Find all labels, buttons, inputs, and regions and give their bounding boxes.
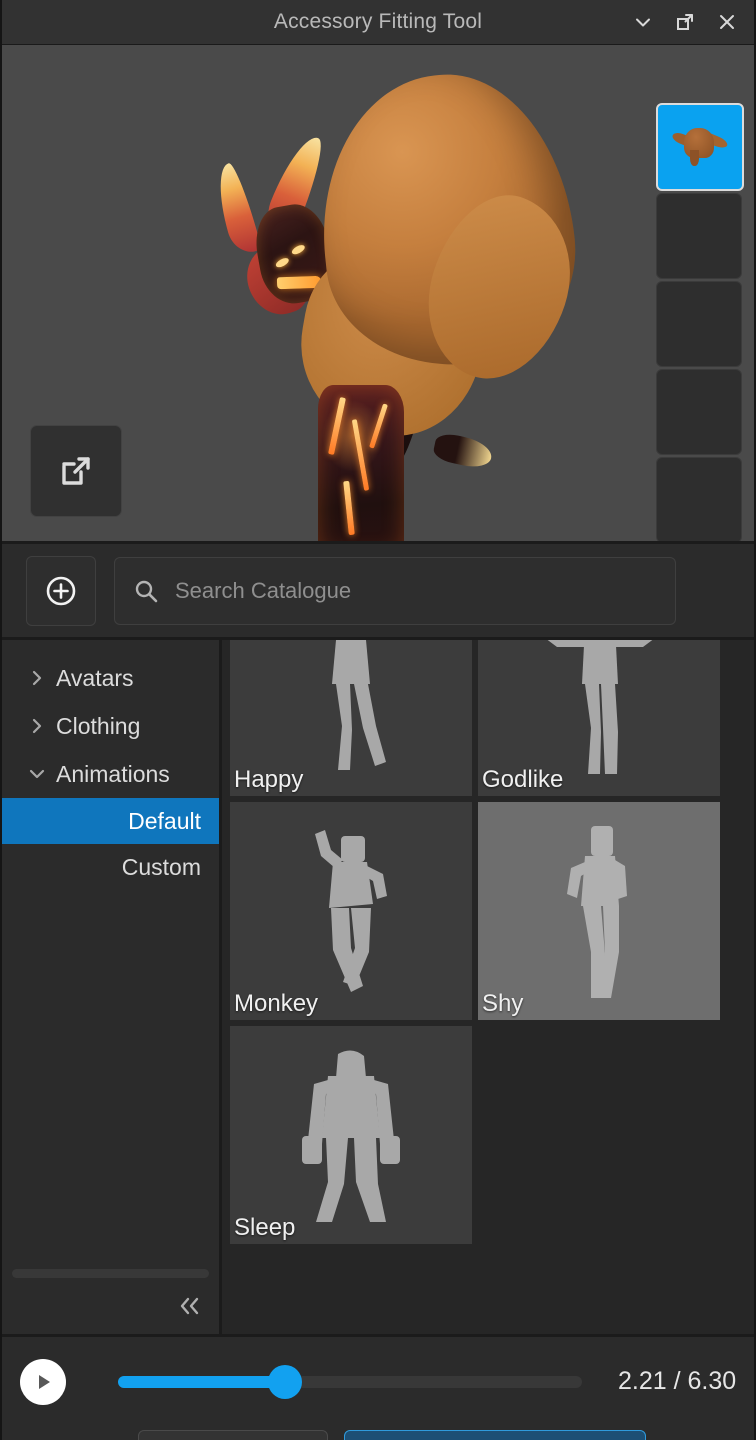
catalogue-card-shy[interactable]: Shy: [478, 802, 720, 1020]
accessory-slot-rail: [656, 103, 744, 541]
sidebar-horizontal-scrollbar[interactable]: [12, 1269, 209, 1278]
pose-arms-up-icon: [276, 640, 426, 782]
catalogue-body: Avatars Clothing Animations Default Cust…: [2, 640, 754, 1334]
avatar-lava-body: [318, 385, 404, 541]
pose-standing-shy-icon: [529, 816, 669, 1006]
search-icon: [135, 580, 158, 602]
category-sidebar: Avatars Clothing Animations Default Cust…: [2, 640, 222, 1334]
search-input[interactable]: [173, 576, 657, 605]
sidebar-item-label: Avatars: [56, 664, 134, 691]
card-label: Godlike: [482, 766, 564, 793]
lava-streak-1: [328, 397, 346, 455]
footer-actions-peek: [2, 1426, 754, 1440]
pose-slouched-icon: [266, 1040, 436, 1230]
window-controls: [630, 0, 740, 44]
category-tree: Avatars Clothing Animations Default Cust…: [2, 640, 219, 890]
collapse-sidebar-button[interactable]: [2, 1288, 219, 1324]
sidebar-item-default[interactable]: Default: [2, 798, 219, 844]
close-button[interactable]: [714, 9, 740, 35]
sidebar-item-avatars[interactable]: Avatars: [2, 654, 219, 702]
lava-streak-4: [343, 480, 355, 536]
play-button[interactable]: [20, 1358, 66, 1405]
catalogue-grid-area[interactable]: Happy Godlike Monkey Shy Sleep: [222, 640, 754, 1334]
catalogue-card-happy[interactable]: Happy: [230, 640, 472, 796]
sidebar-item-animations[interactable]: Animations: [2, 750, 219, 798]
expand-viewport-button[interactable]: [30, 425, 122, 517]
jacket-thumbnail-icon: [670, 124, 729, 170]
timeline-fill: [118, 1375, 286, 1388]
catalogue-grid: Happy Godlike Monkey Shy Sleep: [230, 640, 754, 1244]
lava-streak-3: [369, 403, 388, 449]
pose-arms-out-icon: [519, 640, 679, 782]
avatar-eye-right: [290, 243, 307, 257]
title-bar: Accessory Fitting Tool: [2, 0, 754, 45]
primary-action-button[interactable]: [344, 1430, 646, 1440]
sidebar-item-label: Clothing: [56, 712, 141, 739]
restore-button[interactable]: [672, 9, 698, 35]
pose-dancing-icon: [271, 816, 431, 1006]
avatar-horn-left: [209, 160, 263, 258]
avatar-viewport[interactable]: [2, 45, 754, 544]
accessory-slot-2[interactable]: [656, 193, 742, 279]
secondary-action-button[interactable]: [138, 1430, 328, 1440]
double-chevron-left-icon: [180, 1297, 199, 1315]
accessory-slot-3[interactable]: [656, 281, 742, 367]
restore-window-icon: [677, 14, 693, 30]
lava-streak-2: [351, 419, 370, 491]
timeline-thumb[interactable]: [268, 1364, 303, 1399]
card-label: Monkey: [234, 990, 319, 1017]
playback-bar: 2.21 / 6.30: [2, 1334, 754, 1426]
sidebar-item-custom[interactable]: Custom: [2, 844, 219, 890]
catalogue-card-monkey[interactable]: Monkey: [230, 802, 472, 1020]
avatar-claw: [431, 431, 495, 471]
minimize-button[interactable]: [630, 9, 656, 35]
add-item-button[interactable]: [26, 555, 96, 626]
accessory-fitting-tool-window: Accessory Fitting Tool Search Catalogue …: [0, 0, 756, 1440]
chevron-right-icon: [24, 669, 50, 687]
catalogue-card-sleep[interactable]: Sleep: [230, 1026, 472, 1244]
window-title: Accessory Fitting Tool: [273, 10, 483, 33]
chevron-right-icon: [24, 717, 50, 735]
timeline-slider[interactable]: [118, 1362, 582, 1402]
external-link-icon: [62, 457, 90, 485]
search-toolbar: [2, 544, 754, 640]
sidebar-item-label: Animations: [56, 760, 170, 787]
card-label: Shy: [482, 990, 524, 1017]
play-icon: [39, 1374, 50, 1389]
chevron-down-icon: [24, 764, 50, 784]
accessory-slot-5[interactable]: [656, 457, 742, 541]
avatar-eye-left: [274, 256, 291, 270]
playback-time: 2.21 / 6.30: [618, 1367, 736, 1395]
plus-circle-icon: [46, 576, 76, 605]
catalogue-card-godlike[interactable]: Godlike: [478, 640, 720, 796]
search-field[interactable]: [114, 556, 676, 625]
card-label: Happy: [234, 766, 304, 793]
card-label: Sleep: [234, 1214, 296, 1241]
chevron-down-icon: [636, 18, 650, 27]
accessory-slot-4[interactable]: [656, 369, 742, 455]
sidebar-footer: [2, 1269, 219, 1334]
accessory-slot-1[interactable]: [656, 103, 744, 191]
sidebar-item-clothing[interactable]: Clothing: [2, 702, 219, 750]
close-icon: [720, 15, 734, 29]
